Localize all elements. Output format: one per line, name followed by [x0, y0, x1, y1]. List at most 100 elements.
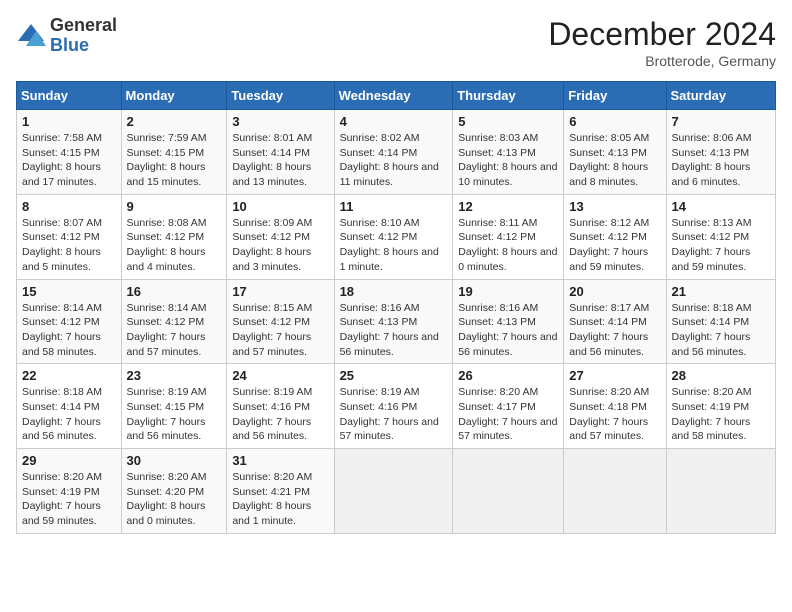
day-info: Sunrise: 8:20 AMSunset: 4:20 PMDaylight:… [127, 470, 222, 529]
day-cell-12: 12 Sunrise: 8:11 AMSunset: 4:12 PMDayligh… [453, 194, 564, 279]
day-number: 11 [340, 199, 448, 214]
day-info: Sunrise: 8:20 AMSunset: 4:21 PMDaylight:… [232, 470, 328, 529]
day-info: Sunrise: 8:07 AMSunset: 4:12 PMDaylight:… [22, 216, 116, 275]
day-cell-11: 11 Sunrise: 8:10 AMSunset: 4:12 PMDayligh… [334, 194, 453, 279]
calendar-week-5: 29Sunrise: 8:20 AMSunset: 4:19 PMDayligh… [17, 449, 776, 534]
day-info: Sunrise: 8:15 AMSunset: 4:12 PMDaylight:… [232, 301, 328, 360]
day-number: 3 [232, 114, 328, 129]
logo-icon [16, 21, 46, 51]
day-cell-4: 4 Sunrise: 8:02 AMSunset: 4:14 PMDaylight… [334, 110, 453, 195]
day-info: Sunrise: 8:10 AMSunset: 4:12 PMDaylight:… [340, 216, 448, 275]
header-day-wednesday: Wednesday [334, 82, 453, 110]
day-number: 18 [340, 284, 448, 299]
day-cell-9: 9Sunrise: 8:08 AMSunset: 4:12 PMDaylight… [121, 194, 227, 279]
day-cell-19: 19 Sunrise: 8:16 AMSunset: 4:13 PMDayligh… [453, 279, 564, 364]
day-number: 4 [340, 114, 448, 129]
day-cell-18: 18 Sunrise: 8:16 AMSunset: 4:13 PMDayligh… [334, 279, 453, 364]
day-cell-22: 22 Sunrise: 8:18 AMSunset: 4:14 PMDayligh… [17, 364, 122, 449]
day-number: 27 [569, 368, 660, 383]
calendar-header: SundayMondayTuesdayWednesdayThursdayFrid… [17, 82, 776, 110]
header-day-friday: Friday [564, 82, 666, 110]
month-title: December 2024 [548, 16, 776, 53]
day-info: Sunrise: 8:03 AMSunset: 4:13 PMDaylight:… [458, 131, 558, 190]
day-info: Sunrise: 8:14 AMSunset: 4:12 PMDaylight:… [22, 301, 116, 360]
empty-cell [666, 449, 775, 534]
day-number: 14 [672, 199, 770, 214]
logo-blue-text: Blue [50, 35, 89, 55]
day-number: 29 [22, 453, 116, 468]
calendar-week-3: 15 Sunrise: 8:14 AMSunset: 4:12 PMDayligh… [17, 279, 776, 364]
day-cell-3: 3 Sunrise: 8:01 AMSunset: 4:14 PMDaylight… [227, 110, 334, 195]
day-number: 21 [672, 284, 770, 299]
day-info: Sunrise: 8:19 AMSunset: 4:16 PMDaylight:… [232, 385, 328, 444]
day-number: 23 [127, 368, 222, 383]
day-info: Sunrise: 8:11 AMSunset: 4:12 PMDaylight:… [458, 216, 558, 275]
page-header: General Blue December 2024 Brotterode, G… [16, 16, 776, 69]
day-number: 7 [672, 114, 770, 129]
day-cell-25: 25Sunrise: 8:19 AMSunset: 4:16 PMDayligh… [334, 364, 453, 449]
day-cell-10: 10Sunrise: 8:09 AMSunset: 4:12 PMDayligh… [227, 194, 334, 279]
day-number: 20 [569, 284, 660, 299]
day-number: 1 [22, 114, 116, 129]
day-info: Sunrise: 8:19 AMSunset: 4:15 PMDaylight:… [127, 385, 222, 444]
day-number: 25 [340, 368, 448, 383]
day-info: Sunrise: 8:16 AMSunset: 4:13 PMDaylight:… [340, 301, 448, 360]
day-number: 30 [127, 453, 222, 468]
title-block: December 2024 Brotterode, Germany [548, 16, 776, 69]
calendar-week-1: 1 Sunrise: 7:58 AMSunset: 4:15 PMDaylight… [17, 110, 776, 195]
day-info: Sunrise: 8:02 AMSunset: 4:14 PMDaylight:… [340, 131, 448, 190]
day-number: 24 [232, 368, 328, 383]
day-cell-23: 23 Sunrise: 8:19 AMSunset: 4:15 PMDayligh… [121, 364, 227, 449]
day-cell-21: 21 Sunrise: 8:18 AMSunset: 4:14 PMDayligh… [666, 279, 775, 364]
logo-general-text: General [50, 15, 117, 35]
day-cell-30: 30 Sunrise: 8:20 AMSunset: 4:20 PMDayligh… [121, 449, 227, 534]
day-number: 17 [232, 284, 328, 299]
day-cell-20: 20 Sunrise: 8:17 AMSunset: 4:14 PMDayligh… [564, 279, 666, 364]
calendar-week-4: 22 Sunrise: 8:18 AMSunset: 4:14 PMDayligh… [17, 364, 776, 449]
day-number: 9 [127, 199, 222, 214]
header-day-thursday: Thursday [453, 82, 564, 110]
day-info: Sunrise: 7:58 AMSunset: 4:15 PMDaylight:… [22, 131, 116, 190]
day-number: 8 [22, 199, 116, 214]
calendar-body: 1 Sunrise: 7:58 AMSunset: 4:15 PMDaylight… [17, 110, 776, 534]
day-info: Sunrise: 8:16 AMSunset: 4:13 PMDaylight:… [458, 301, 558, 360]
day-cell-5: 5 Sunrise: 8:03 AMSunset: 4:13 PMDaylight… [453, 110, 564, 195]
day-number: 5 [458, 114, 558, 129]
empty-cell [334, 449, 453, 534]
day-number: 28 [672, 368, 770, 383]
day-info: Sunrise: 8:13 AMSunset: 4:12 PMDaylight:… [672, 216, 770, 275]
day-cell-26: 26Sunrise: 8:20 AMSunset: 4:17 PMDayligh… [453, 364, 564, 449]
day-info: Sunrise: 8:14 AMSunset: 4:12 PMDaylight:… [127, 301, 222, 360]
day-number: 12 [458, 199, 558, 214]
day-info: Sunrise: 8:12 AMSunset: 4:12 PMDaylight:… [569, 216, 660, 275]
day-cell-13: 13 Sunrise: 8:12 AMSunset: 4:12 PMDayligh… [564, 194, 666, 279]
day-cell-15: 15 Sunrise: 8:14 AMSunset: 4:12 PMDayligh… [17, 279, 122, 364]
day-info: Sunrise: 8:09 AMSunset: 4:12 PMDaylight:… [232, 216, 328, 275]
day-info: Sunrise: 8:05 AMSunset: 4:13 PMDaylight:… [569, 131, 660, 190]
day-info: Sunrise: 8:18 AMSunset: 4:14 PMDaylight:… [22, 385, 116, 444]
day-number: 31 [232, 453, 328, 468]
day-number: 26 [458, 368, 558, 383]
day-cell-8: 8 Sunrise: 8:07 AMSunset: 4:12 PMDaylight… [17, 194, 122, 279]
day-info: Sunrise: 8:20 AMSunset: 4:19 PMDaylight:… [672, 385, 770, 444]
day-number: 16 [127, 284, 222, 299]
day-cell-2: 2Sunrise: 7:59 AMSunset: 4:15 PMDaylight… [121, 110, 227, 195]
day-cell-29: 29Sunrise: 8:20 AMSunset: 4:19 PMDayligh… [17, 449, 122, 534]
location: Brotterode, Germany [548, 53, 776, 69]
day-info: Sunrise: 7:59 AMSunset: 4:15 PMDaylight:… [127, 131, 222, 190]
day-number: 22 [22, 368, 116, 383]
day-cell-7: 7Sunrise: 8:06 AMSunset: 4:13 PMDaylight… [666, 110, 775, 195]
day-number: 15 [22, 284, 116, 299]
header-day-sunday: Sunday [17, 82, 122, 110]
day-number: 13 [569, 199, 660, 214]
header-day-saturday: Saturday [666, 82, 775, 110]
day-info: Sunrise: 8:01 AMSunset: 4:14 PMDaylight:… [232, 131, 328, 190]
day-info: Sunrise: 8:18 AMSunset: 4:14 PMDaylight:… [672, 301, 770, 360]
day-number: 19 [458, 284, 558, 299]
day-cell-17: 17 Sunrise: 8:15 AMSunset: 4:12 PMDayligh… [227, 279, 334, 364]
day-info: Sunrise: 8:17 AMSunset: 4:14 PMDaylight:… [569, 301, 660, 360]
day-cell-27: 27Sunrise: 8:20 AMSunset: 4:18 PMDayligh… [564, 364, 666, 449]
header-day-tuesday: Tuesday [227, 82, 334, 110]
day-cell-1: 1 Sunrise: 7:58 AMSunset: 4:15 PMDaylight… [17, 110, 122, 195]
day-number: 6 [569, 114, 660, 129]
